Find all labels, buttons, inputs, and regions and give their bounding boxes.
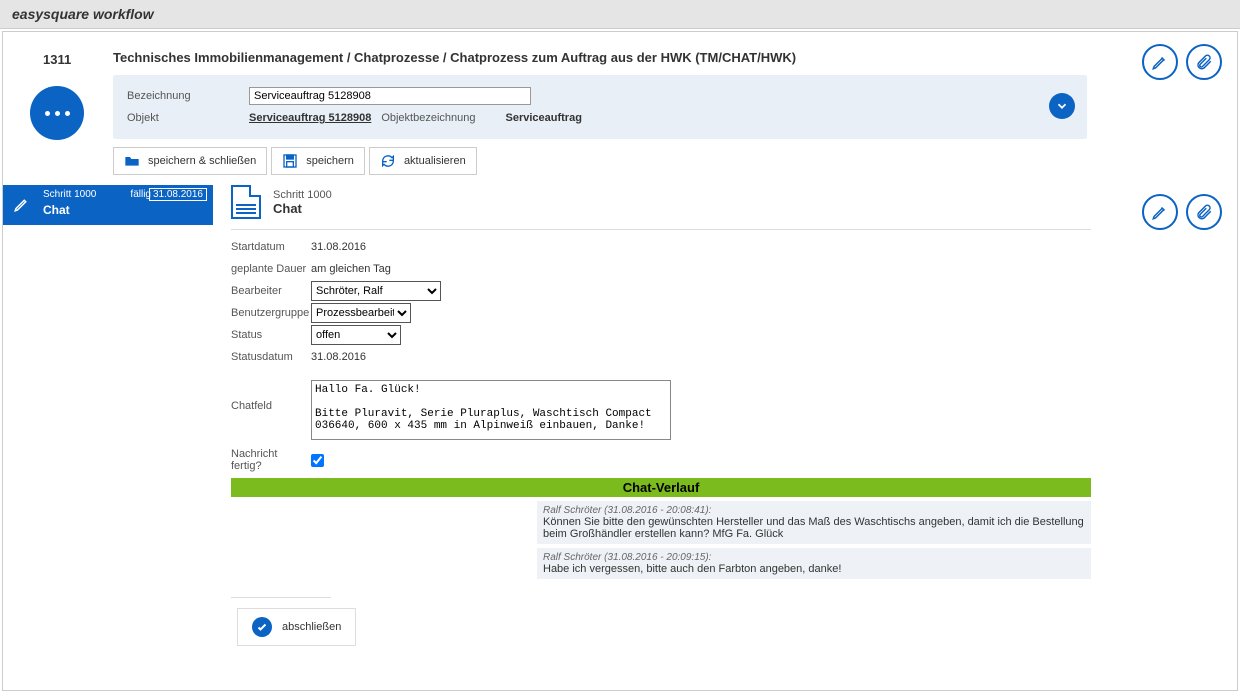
label-dauer: geplante Dauer xyxy=(231,263,311,275)
save-close-button[interactable]: speichern & schließen xyxy=(113,147,267,175)
step-head-title: Chat xyxy=(273,201,332,216)
pencil-icon xyxy=(13,195,31,213)
process-menu-button[interactable] xyxy=(30,86,84,140)
header-action-icons xyxy=(1134,44,1222,80)
label-startdatum: Startdatum xyxy=(231,241,311,253)
chat-text: Können Sie bitte den gewünschten Herstel… xyxy=(543,516,1085,540)
paperclip-icon xyxy=(1195,203,1213,221)
refresh-button[interactable]: aktualisieren xyxy=(369,147,477,175)
step-number: Schritt 1000 xyxy=(43,189,96,200)
input-bezeichnung[interactable] xyxy=(249,87,531,105)
expand-panel-button[interactable] xyxy=(1049,93,1075,119)
process-id: 1311 xyxy=(43,50,113,67)
refresh-icon xyxy=(380,153,396,169)
checkbox-nachricht-fertig[interactable] xyxy=(311,454,324,467)
objekt-typ: Serviceauftrag xyxy=(506,112,582,124)
objekt-link[interactable]: Serviceauftrag 5128908 xyxy=(249,112,371,124)
save-label: speichern xyxy=(306,155,354,167)
step-head-number: Schritt 1000 xyxy=(273,189,332,201)
step-head: Schritt 1000 Chat xyxy=(231,185,1219,219)
app-header: easysquare workflow xyxy=(0,0,1240,29)
step-action-icons xyxy=(1134,194,1222,230)
label-bearbeiter: Bearbeiter xyxy=(231,285,311,297)
step-due-date: 31.08.2016 xyxy=(149,188,207,201)
step-name: Chat xyxy=(43,203,70,217)
dots-icon xyxy=(45,111,70,116)
complete-label: abschließen xyxy=(282,621,341,633)
textarea-chatfeld[interactable] xyxy=(311,380,671,440)
refresh-label: aktualisieren xyxy=(404,155,466,167)
breadcrumb: Technisches Immobilienmanagement / Chatp… xyxy=(113,50,1217,65)
chat-meta: Ralf Schröter (31.08.2016 - 20:08:41): xyxy=(543,505,1085,516)
chat-text: Habe ich vergessen, bitte auch den Farbt… xyxy=(543,563,1085,575)
label-nachricht-fertig: Nachricht fertig? xyxy=(231,448,311,472)
document-icon xyxy=(231,185,261,219)
step-item-chat[interactable]: Schritt 1000 Chat fällig 31.08.2016 xyxy=(3,185,213,225)
chevron-down-icon xyxy=(1055,99,1069,113)
attachment-button[interactable] xyxy=(1186,44,1222,80)
value-statusdatum: 31.08.2016 xyxy=(311,351,366,363)
chat-entry: Ralf Schröter (31.08.2016 - 20:08:41): K… xyxy=(537,501,1091,544)
chat-history: Ralf Schröter (31.08.2016 - 20:08:41): K… xyxy=(231,501,1091,579)
label-objekt: Objekt xyxy=(127,112,249,124)
paperclip-icon xyxy=(1195,53,1213,71)
info-panel: Bezeichnung Objekt Serviceauftrag 512890… xyxy=(113,75,1087,139)
select-gruppe[interactable]: Prozessbearbeiter xyxy=(311,303,411,323)
main-container: 1311 Technisches Immobilienmanagement / … xyxy=(2,31,1238,691)
label-status: Status xyxy=(231,329,311,341)
label-gruppe: Benutzergruppe xyxy=(231,307,311,319)
attachment-step-button[interactable] xyxy=(1186,194,1222,230)
step-detail: Schritt 1000 Chat Startdatum 31.08.2016 … xyxy=(213,185,1237,646)
chat-meta: Ralf Schröter (31.08.2016 - 20:09:15): xyxy=(543,552,1085,563)
divider xyxy=(231,229,1091,230)
chat-history-header: Chat-Verlauf xyxy=(231,478,1091,497)
pencil-icon xyxy=(1151,203,1169,221)
label-bezeichnung: Bezeichnung xyxy=(127,90,249,102)
process-header-row: 1311 Technisches Immobilienmanagement / … xyxy=(3,32,1237,75)
save-close-label: speichern & schließen xyxy=(148,155,256,167)
body-row: Schritt 1000 Chat fällig 31.08.2016 Schr… xyxy=(3,185,1237,646)
toolbar: speichern & schließen speichern aktualis… xyxy=(113,147,1237,175)
edit-step-button[interactable] xyxy=(1142,194,1178,230)
label-chatfeld: Chatfeld xyxy=(231,380,311,412)
save-icon xyxy=(282,153,298,169)
pencil-icon xyxy=(1151,53,1169,71)
value-dauer: am gleichen Tag xyxy=(311,263,391,275)
step-list: Schritt 1000 Chat fällig 31.08.2016 xyxy=(3,185,213,646)
label-statusdatum: Statusdatum xyxy=(231,351,311,363)
select-bearbeiter[interactable]: Schröter, Ralf xyxy=(311,281,441,301)
complete-button[interactable]: abschließen xyxy=(237,608,356,646)
check-icon xyxy=(252,617,272,637)
edit-button[interactable] xyxy=(1142,44,1178,80)
label-objektbezeichnung: Objektbezeichnung xyxy=(381,112,475,124)
chat-entry: Ralf Schröter (31.08.2016 - 20:09:15): H… xyxy=(537,548,1091,579)
value-startdatum: 31.08.2016 xyxy=(311,241,366,253)
divider xyxy=(231,597,331,598)
select-status[interactable]: offen xyxy=(311,325,401,345)
save-button[interactable]: speichern xyxy=(271,147,365,175)
folder-icon xyxy=(124,153,140,169)
step-due-label: fällig xyxy=(130,189,151,200)
